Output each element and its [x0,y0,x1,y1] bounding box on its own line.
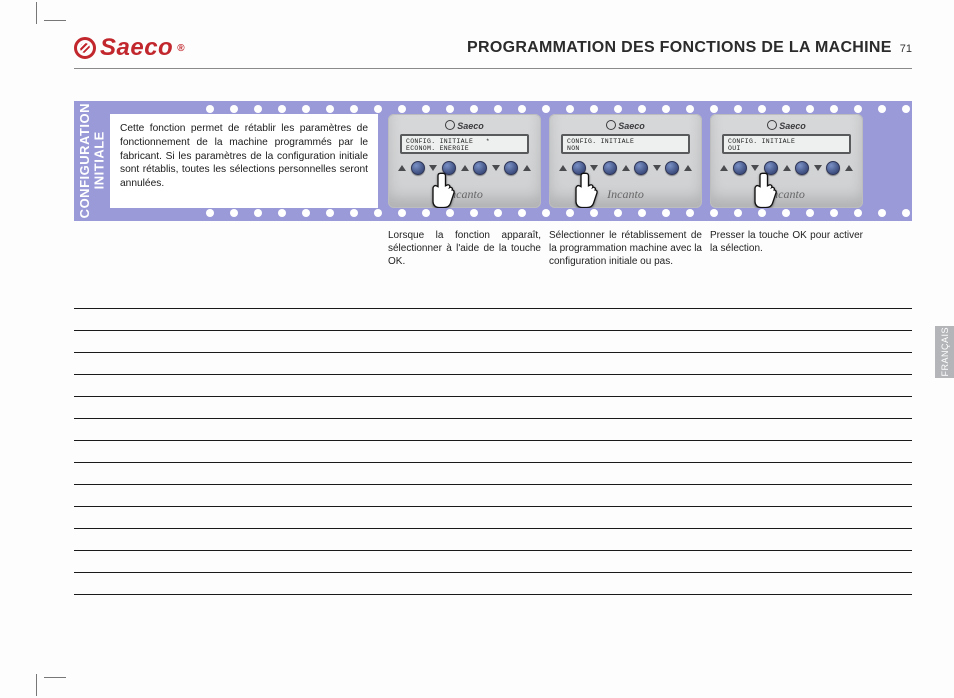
button-row [398,161,531,175]
ruled-line [74,572,912,573]
ruled-line [74,330,912,331]
machine-panel-2: Saeco CONFIG. INITIALE NON Incanto [549,114,702,208]
triangle-up-icon [523,165,531,171]
pointing-hand-icon [426,170,460,208]
knob-button [634,161,648,175]
ruled-line [74,418,912,419]
section-title: PROGRAMMATION DES FONCTIONS DE LA MACHIN… [467,39,892,57]
lcd-line1: CONFIG. INITIALE [567,138,634,145]
lcd-display-1: CONFIG. INITIALE * ECONOM. ENERGIE [400,134,529,154]
knob-button [826,161,840,175]
knob-button [473,161,487,175]
sprockets-bottom [202,208,910,218]
film-strip: CONFIGURATION INITIALE Cette fonction pe… [74,101,912,221]
crop-mark-bottom-left [10,648,50,688]
triangle-up-icon [783,165,791,171]
model-script: Incanto [710,187,863,202]
lcd-display-3: CONFIG. INITIALE OUI [722,134,851,154]
ruled-line [74,550,912,551]
pointing-hand-icon [569,170,603,208]
header-right: PROGRAMMATION DES FONCTIONS DE LA MACHIN… [467,39,912,57]
logo-suffix: ® [177,43,185,54]
brand-logo: Saeco ® [74,34,185,62]
machine-panel-3: Saeco CONFIG. INITIALE OUI Incanto [710,114,863,208]
language-tab: FRANÇAIS [935,326,954,378]
page-header: Saeco ® PROGRAMMATION DES FONCTIONS DE LA… [74,34,912,69]
caption-2: Sélectionner le rétablissement de la pro… [549,229,702,268]
triangle-up-icon [720,165,728,171]
lcd-line2: OUI [728,145,741,152]
logo-swirl-icon [74,37,96,59]
captions-row: Lorsque la fonction apparaît, sélectionn… [74,229,912,268]
knob-button [504,161,518,175]
ruled-line [74,396,912,397]
pointing-hand-icon [748,170,782,208]
ruled-line [74,462,912,463]
ruled-lines-area [74,308,912,595]
ruled-line [74,308,912,309]
knob-button [795,161,809,175]
button-row [720,161,853,175]
side-label-text: CONFIGURATION INITIALE [78,103,107,218]
panel-brand: Saeco [710,120,863,131]
triangle-down-icon [814,165,822,171]
lcd-display-2: CONFIG. INITIALE NON [561,134,690,154]
triangle-up-icon [845,165,853,171]
ruled-line [74,594,912,595]
panel-brand: Saeco [388,120,541,131]
side-label: CONFIGURATION INITIALE [74,101,110,221]
ruled-line [74,352,912,353]
lcd-line2: ECONOM. ENERGIE [406,145,469,152]
intro-text-block: Cette fonction permet de rétablir les pa… [110,114,378,208]
ruled-line [74,506,912,507]
page-number: 71 [900,43,912,55]
caption-spacer [74,229,384,268]
knob-button [733,161,747,175]
caption-3: Presser la touche OK pour activer la sél… [710,229,863,268]
lcd-line2: NON [567,145,580,152]
page-body: Saeco ® PROGRAMMATION DES FONCTIONS DE LA… [74,34,912,616]
intro-text: Cette fonction permet de rétablir les pa… [120,123,368,189]
model-script: Incanto [388,187,541,202]
lcd-line1: CONFIG. INITIALE [728,138,795,145]
machine-panel-1: Saeco CONFIG. INITIALE * ECONOM. ENERGIE… [388,114,541,208]
triangle-up-icon [622,165,630,171]
crop-mark-top-left [10,10,50,50]
language-tab-text: FRANÇAIS [940,327,950,377]
caption-1: Lorsque la fonction apparaît, sélectionn… [388,229,541,268]
triangle-down-icon [492,165,500,171]
sprockets-top [202,104,910,114]
knob-button [411,161,425,175]
knob-button [665,161,679,175]
knob-button [603,161,617,175]
ruled-line [74,440,912,441]
logo-text: Saeco [100,34,173,62]
panel-brand: Saeco [549,120,702,131]
triangle-up-icon [398,165,406,171]
ruled-line [74,528,912,529]
triangle-up-icon [684,165,692,171]
triangle-up-icon [559,165,567,171]
lcd-line1: CONFIG. INITIALE * [406,138,490,145]
ruled-line [74,484,912,485]
triangle-up-icon [461,165,469,171]
triangle-down-icon [653,165,661,171]
ruled-line [74,374,912,375]
